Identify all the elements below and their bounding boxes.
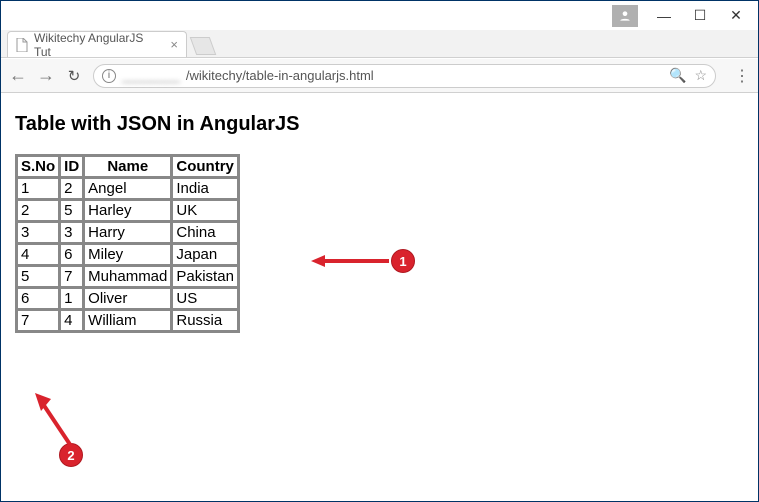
bookmark-icon[interactable]: ☆ [694, 67, 707, 84]
col-country: Country [172, 156, 238, 177]
page-icon [16, 38, 28, 52]
table-row: 57MuhammadPakistan [17, 266, 238, 287]
cell-sno: 6 [17, 288, 59, 309]
new-tab-button[interactable] [190, 37, 217, 55]
callout-1: 1 [311, 249, 415, 273]
page-heading: Table with JSON in AngularJS [15, 113, 744, 136]
table-row: 61OliverUS [17, 288, 238, 309]
url-path: /wikitechy/table-in-angularjs.html [186, 68, 374, 83]
url-field[interactable]: i ________ /wikitechy/table-in-angularjs… [93, 64, 716, 88]
col-sno: S.No [17, 156, 59, 177]
url-right-icons: 🔍 ☆ [669, 67, 707, 84]
forward-button[interactable]: → [37, 65, 55, 86]
cell-sno: 4 [17, 244, 59, 265]
cell-id: 1 [60, 288, 83, 309]
data-table: S.No ID Name Country 12AngelIndia25Harle… [15, 154, 240, 333]
cell-sno: 2 [17, 200, 59, 221]
cell-country: UK [172, 200, 238, 221]
tab-strip: Wikitechy AngularJS Tut × [1, 30, 758, 58]
cell-country: Pakistan [172, 266, 238, 287]
url-host-blurred: ________ [122, 68, 180, 83]
cell-country: Russia [172, 310, 238, 331]
cell-sno: 7 [17, 310, 59, 331]
cell-id: 5 [60, 200, 83, 221]
cell-id: 2 [60, 178, 83, 199]
col-id: ID [60, 156, 83, 177]
zoom-icon[interactable]: 🔍 [669, 67, 686, 84]
table-row: 46MileyJapan [17, 244, 238, 265]
cell-name: William [84, 310, 171, 331]
minimize-button[interactable]: — [646, 2, 682, 30]
cell-id: 4 [60, 310, 83, 331]
cell-country: China [172, 222, 238, 243]
callout-badge-1: 1 [391, 249, 415, 273]
cell-name: Harley [84, 200, 171, 221]
arrow-icon [311, 251, 391, 271]
cell-country: Japan [172, 244, 238, 265]
tab-close-icon[interactable]: × [170, 37, 178, 52]
cell-country: India [172, 178, 238, 199]
table-row: 74WilliamRussia [17, 310, 238, 331]
cell-country: US [172, 288, 238, 309]
cell-sno: 1 [17, 178, 59, 199]
address-bar: ← → ↻ i ________ /wikitechy/table-in-ang… [1, 59, 758, 93]
user-icon[interactable] [612, 5, 638, 27]
table-row: 33HarryChina [17, 222, 238, 243]
cell-sno: 3 [17, 222, 59, 243]
table-header-row: S.No ID Name Country [17, 156, 238, 177]
page-content: Table with JSON in AngularJS S.No ID Nam… [1, 93, 758, 347]
tab-title: Wikitechy AngularJS Tut [34, 31, 160, 59]
menu-button[interactable]: ⋮ [734, 66, 750, 86]
cell-name: Angel [84, 178, 171, 199]
cell-id: 3 [60, 222, 83, 243]
site-info-icon[interactable]: i [102, 69, 116, 83]
cell-name: Oliver [84, 288, 171, 309]
table-row: 25HarleyUK [17, 200, 238, 221]
reload-button[interactable]: ↻ [65, 67, 83, 85]
close-button[interactable]: ✕ [718, 2, 754, 30]
callout-2: 2 [29, 391, 83, 467]
cell-name: Muhammad [84, 266, 171, 287]
browser-tab[interactable]: Wikitechy AngularJS Tut × [7, 31, 187, 57]
cell-id: 6 [60, 244, 83, 265]
table-row: 12AngelIndia [17, 178, 238, 199]
window-controls: — ☐ ✕ [612, 2, 754, 30]
cell-id: 7 [60, 266, 83, 287]
cell-name: Harry [84, 222, 171, 243]
window-titlebar: — ☐ ✕ [1, 1, 758, 31]
back-button[interactable]: ← [9, 65, 27, 86]
col-name: Name [84, 156, 171, 177]
cell-sno: 5 [17, 266, 59, 287]
maximize-button[interactable]: ☐ [682, 2, 718, 30]
cell-name: Miley [84, 244, 171, 265]
arrow-icon [31, 391, 81, 451]
